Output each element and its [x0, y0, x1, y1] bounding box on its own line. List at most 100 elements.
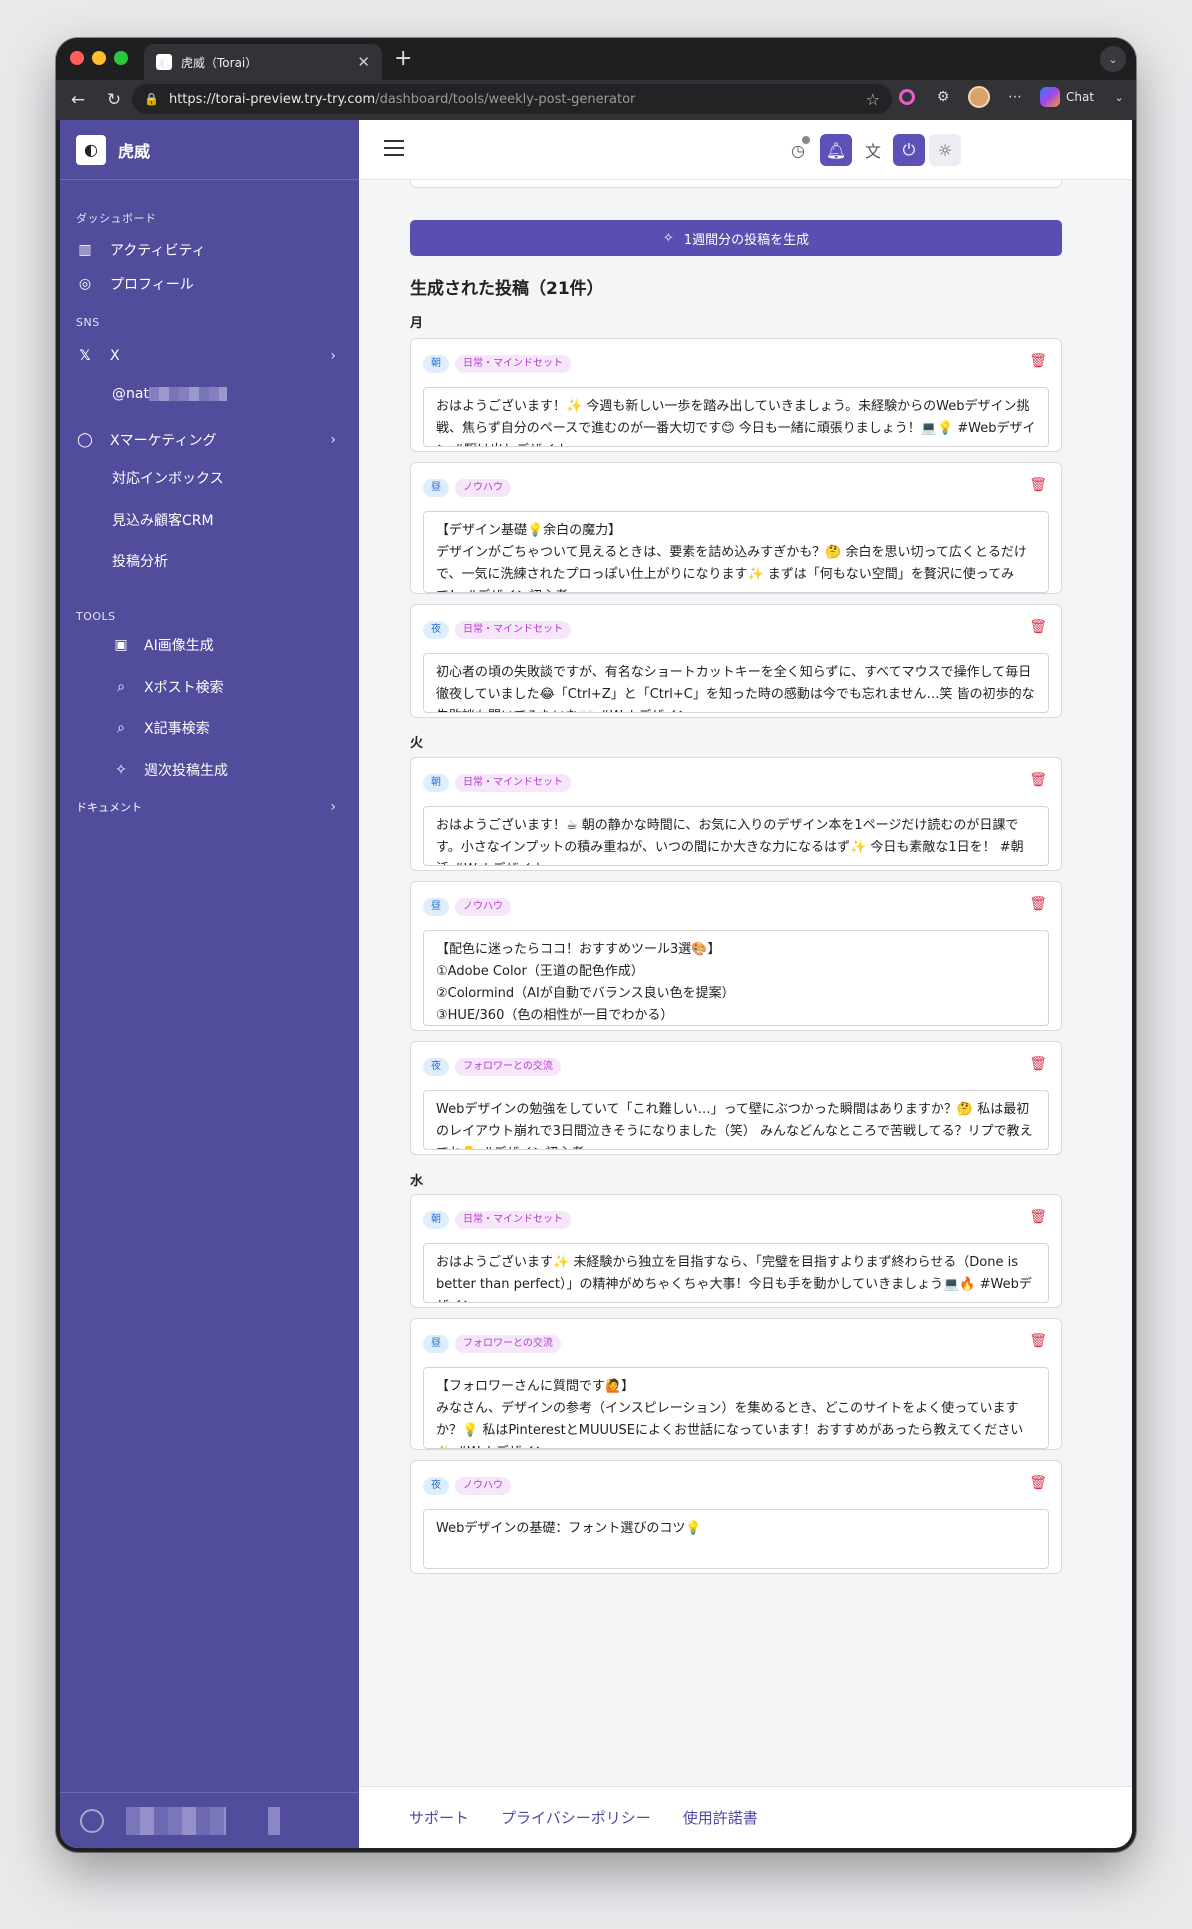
- day-heading: 火: [410, 736, 424, 751]
- main-area: ◷ 🔔︎ 文 ⏻ ☼ ✧ 1週間分の投稿を生成 生成された投稿（21件） 月 朝…: [359, 120, 1132, 1848]
- generate-week-button[interactable]: ✧ 1週間分の投稿を生成: [410, 220, 1062, 256]
- category-badge: 日常・マインドセット: [455, 774, 571, 792]
- trash-icon[interactable]: 🗑︎: [1029, 772, 1047, 788]
- time-badge: 夜: [423, 1058, 449, 1076]
- search-icon: ⌕: [117, 720, 125, 736]
- history-icon[interactable]: ◷: [782, 134, 814, 166]
- post-text[interactable]: おはようございます！☕ 朝の静かな時間に、お気に入りのデザイン本を1ページだけ読…: [423, 806, 1049, 866]
- sidebar-item-x-account[interactable]: @nat: [112, 382, 227, 406]
- x-logo-icon: 𝕏: [79, 348, 91, 364]
- trash-icon[interactable]: 🗑︎: [1029, 1056, 1047, 1072]
- chevron-right-icon: ›: [330, 799, 336, 815]
- post-text[interactable]: 【デザイン基礎💡余白の魔力】 デザインがごちゃついて見えるときは、要素を詰め込み…: [423, 511, 1049, 593]
- trash-icon[interactable]: 🗑︎: [1029, 1209, 1047, 1225]
- post-card: 朝日常・マインドセット 🗑︎ おはようございます！✨ 今週も新しい一歩を踏み出し…: [410, 338, 1062, 452]
- category-badge: 日常・マインドセット: [455, 1211, 571, 1229]
- top-header: ◷ 🔔︎ 文 ⏻ ☼: [359, 120, 1132, 180]
- post-text[interactable]: 【フォロワーさんに質問です🙋】 みなさん、デザインの参考（インスピレーション）を…: [423, 1367, 1049, 1449]
- sidebar-item-crm[interactable]: 見込み顧客CRM: [112, 508, 214, 532]
- sidebar-item-x[interactable]: 𝕏 X ›: [76, 339, 346, 373]
- address-bar[interactable]: 🔒 https://torai-preview.try-try.com/dash…: [132, 84, 892, 114]
- trash-icon[interactable]: 🗑︎: [1029, 477, 1047, 493]
- post-text[interactable]: おはようございます✨ 未経験から独立を目指すなら、「完璧を目指すよりまず終わらせ…: [423, 1243, 1049, 1303]
- close-window-button[interactable]: [70, 51, 84, 65]
- post-text[interactable]: 初心者の頃の失敗談ですが、有名なショートカットキーを全く知らずに、すべてマウスで…: [423, 653, 1049, 713]
- app: ◐ 虎威 ダッシュボード ▥ アクティビティ ◎ プロフィール SNS 𝕏 X …: [60, 120, 1132, 1848]
- browser-tab[interactable]: ◐ 虎威（Torai） ✕: [144, 44, 382, 80]
- trash-icon[interactable]: 🗑︎: [1029, 353, 1047, 369]
- power-icon[interactable]: ⏻: [893, 134, 925, 166]
- post-text[interactable]: Webデザインの基礎：フォント選びのコツ💡: [423, 1509, 1049, 1569]
- color-extension-icon[interactable]: [896, 86, 918, 108]
- section-dashboard: ダッシュボード: [76, 212, 157, 225]
- close-tab-icon[interactable]: ✕: [357, 53, 370, 71]
- sidebar-item-ai-image[interactable]: ▣ AI画像生成: [112, 628, 213, 662]
- license-link[interactable]: 使用許諾書: [683, 1807, 758, 1828]
- sparkles-icon: ✧: [662, 230, 674, 246]
- x-account-handle: @nat: [112, 386, 149, 402]
- extensions-icon[interactable]: ⚙: [932, 86, 954, 108]
- trash-icon[interactable]: 🗑︎: [1029, 1475, 1047, 1491]
- content-scroll[interactable]: ✧ 1週間分の投稿を生成 生成された投稿（21件） 月 朝日常・マインドセット …: [359, 180, 1132, 1786]
- maximize-window-button[interactable]: [114, 51, 128, 65]
- translate-icon[interactable]: 文: [857, 134, 889, 166]
- sidebar-item-profile[interactable]: ◎ プロフィール: [76, 267, 346, 301]
- bookmark-star-icon[interactable]: ☆: [866, 90, 880, 109]
- lock-icon: 🔒: [144, 92, 159, 106]
- redacted-detail: [268, 1806, 280, 1835]
- back-icon[interactable]: ←: [64, 90, 92, 110]
- sidebar-item-analytics[interactable]: 投稿分析: [112, 549, 168, 573]
- settings-card-edge: [410, 180, 1062, 188]
- site-favicon-icon: ◐: [156, 54, 172, 70]
- post-text[interactable]: Webデザインの勉強をしていて「これ難しい…」って壁にぶつかった瞬間はありますか…: [423, 1090, 1049, 1150]
- sidebar-item-weekly-post[interactable]: ✧ 週次投稿生成: [112, 753, 228, 787]
- post-card: 昼フォロワーとの交流 🗑︎ 【フォロワーさんに質問です🙋】 みなさん、デザインの…: [410, 1318, 1062, 1450]
- category-badge: ノウハウ: [455, 479, 511, 497]
- trash-icon[interactable]: 🗑︎: [1029, 896, 1047, 912]
- minimize-window-button[interactable]: [92, 51, 106, 65]
- sidebar-item-x-marketing[interactable]: ◯ Xマーケティング ›: [76, 423, 346, 457]
- trash-icon[interactable]: 🗑︎: [1029, 1333, 1047, 1349]
- category-badge: ノウハウ: [455, 898, 511, 916]
- sidebar-item-label: プロフィール: [110, 277, 194, 293]
- sidebar-item-activity[interactable]: ▥ アクティビティ: [76, 233, 346, 267]
- day-heading: 月: [410, 316, 424, 331]
- section-sns: SNS: [76, 316, 100, 329]
- sidebar-item-documents[interactable]: ドキュメント ›: [76, 790, 346, 824]
- privacy-link[interactable]: プライバシーポリシー: [501, 1807, 651, 1828]
- profile-avatar[interactable]: [968, 86, 990, 108]
- more-menu-icon[interactable]: ⋯: [1004, 86, 1026, 108]
- chevron-down-icon[interactable]: ⌄: [1108, 86, 1130, 108]
- category-badge: フォロワーとの交流: [455, 1058, 561, 1076]
- chat-button[interactable]: Chat: [1040, 87, 1094, 107]
- sidebar-item-label: X記事検索: [144, 721, 210, 737]
- sidebar-item-x-article-search[interactable]: ⌕ X記事検索: [112, 711, 210, 745]
- menu-icon[interactable]: [384, 140, 404, 156]
- new-tab-icon[interactable]: +: [394, 46, 412, 71]
- sidebar-item-x-post-search[interactable]: ⌕ Xポスト検索: [112, 670, 224, 704]
- tab-title: 虎威（Torai）: [181, 55, 258, 70]
- support-link[interactable]: サポート: [409, 1807, 469, 1828]
- sidebar: ◐ 虎威 ダッシュボード ▥ アクティビティ ◎ プロフィール SNS 𝕏 X …: [60, 120, 359, 1848]
- section-tools: TOOLS: [76, 610, 116, 623]
- sidebar-item-inbox[interactable]: 対応インボックス: [112, 466, 224, 490]
- sidebar-item-label: アクティビティ: [110, 243, 206, 259]
- time-badge: 昼: [423, 1335, 449, 1353]
- browser-titlebar: ◐ 虎威（Torai） ✕ + ⌄: [56, 38, 1136, 80]
- trash-icon[interactable]: 🗑︎: [1029, 619, 1047, 635]
- sidebar-item-label: Xポスト検索: [144, 680, 224, 696]
- day-heading: 水: [410, 1174, 424, 1189]
- time-badge: 夜: [423, 1477, 449, 1495]
- time-badge: 朝: [423, 774, 449, 792]
- time-badge: 朝: [423, 1211, 449, 1229]
- chevron-down-icon[interactable]: ⌄: [1100, 46, 1126, 72]
- brand-name: 虎威: [118, 141, 151, 161]
- browser-toolbar: ← ↻ 🔒 https://torai-preview.try-try.com /…: [56, 80, 1136, 120]
- sun-icon[interactable]: ☼: [929, 134, 961, 166]
- post-text[interactable]: おはようございます！✨ 今週も新しい一歩を踏み出していきましょう。未経験からのW…: [423, 387, 1049, 447]
- brand[interactable]: ◐ 虎威: [60, 120, 359, 180]
- reload-icon[interactable]: ↻: [100, 90, 128, 110]
- post-text[interactable]: 【配色に迷ったらココ！おすすめツール3選🎨】 ①Adobe Color（王道の配…: [423, 930, 1049, 1026]
- user-menu[interactable]: [60, 1792, 359, 1848]
- bell-icon[interactable]: 🔔︎: [820, 134, 852, 166]
